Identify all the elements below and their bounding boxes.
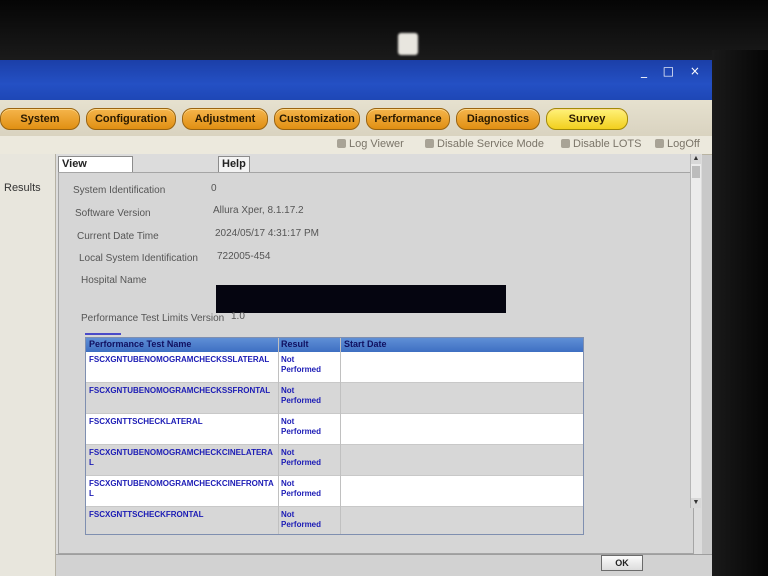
main-tab-row: System Configuration Adjustment Customiz…	[0, 100, 712, 136]
current-date-label: Current Date Time	[77, 231, 159, 242]
monitor-bezel-top	[0, 0, 768, 62]
test-name-cell: FSCXGNTTSCHECKFRONTAL	[89, 510, 204, 519]
result-cell: Not Performed	[281, 479, 322, 498]
logoff-icon	[655, 139, 664, 148]
local-system-id-value: 722005-454	[217, 251, 271, 262]
tab-view-performance-test-results[interactable]: View Performance Test Results	[58, 156, 134, 200]
hospital-name-label: Hospital Name	[81, 275, 147, 286]
scroll-thumb[interactable]	[692, 166, 700, 178]
result-cell: Not Performed	[281, 510, 322, 529]
table-header: Performance Test Name Result Start Date	[86, 338, 583, 352]
window-controls[interactable]: _ □ ×	[641, 64, 706, 78]
header-test-name[interactable]: Performance Test Name	[89, 339, 191, 349]
log-viewer-label: Log Viewer	[349, 138, 404, 150]
monitor-bezel-right	[712, 50, 768, 576]
table-row[interactable]: FSCXGNTTSCHECKFRONTAL Not Performed	[86, 507, 583, 534]
software-version-value: Allura Xper, 8.1.17.2	[213, 205, 304, 216]
vertical-scrollbar[interactable]: ▲ ▼	[690, 154, 701, 508]
performance-test-table: Performance Test Name Result Start Date …	[85, 337, 584, 535]
tab-configuration[interactable]: Configuration	[86, 108, 176, 130]
left-navigation: Results	[0, 154, 56, 576]
disable-service-mode-button[interactable]: Disable Service Mode	[425, 138, 544, 150]
result-cell: Not Performed	[281, 448, 322, 467]
header-result[interactable]: Result	[281, 339, 309, 349]
result-cell: Not Performed	[281, 386, 322, 405]
test-name-cell: FSCXGNTTSCHECKLATERAL	[89, 417, 203, 426]
tab-survey[interactable]: Survey	[546, 108, 628, 130]
limits-link-underline	[85, 333, 121, 335]
redacted-hospital-name	[216, 285, 506, 313]
logoff-label: LogOff	[667, 138, 700, 150]
table-row[interactable]: FSCXGNTUBENOMOGRAMCHECKCINELATERAL Not P…	[86, 445, 583, 476]
table-row[interactable]: FSCXGNTUBENOMOGRAMCHECKSSFRONTAL Not Per…	[86, 383, 583, 414]
table-row[interactable]: FSCXGNTUBENOMOGRAMCHECKCINEFRONTAL Not P…	[86, 476, 583, 507]
column-divider	[278, 338, 279, 534]
test-name-cell: FSCXGNTUBENOMOGRAMCHECKCINELATERAL	[89, 448, 273, 467]
current-date-value: 2024/05/17 4:31:17 PM	[215, 228, 319, 239]
header-start-date[interactable]: Start Date	[344, 339, 387, 349]
system-id-value: 0	[211, 183, 217, 194]
footer-bar: OK	[56, 554, 712, 576]
test-name-cell: FSCXGNTUBENOMOGRAMCHECKCINEFRONTAL	[89, 479, 274, 498]
software-version-label: Software Version	[75, 208, 151, 219]
test-name-cell: FSCXGNTUBENOMOGRAMCHECKSSFRONTAL	[89, 386, 271, 395]
log-viewer-icon	[337, 139, 346, 148]
ok-button[interactable]: OK	[601, 555, 643, 571]
ceiling-light	[398, 33, 418, 55]
tab-diagnostics[interactable]: Diagnostics	[456, 108, 540, 130]
table-row[interactable]: FSCXGNTUBENOMOGRAMCHECKSSLATERAL Not Per…	[86, 352, 583, 383]
limits-version-label: Performance Test Limits Version	[81, 313, 225, 324]
limits-version-value: 1.0	[231, 311, 245, 322]
logoff-button[interactable]: LogOff	[655, 138, 700, 150]
tab-system[interactable]: System	[0, 108, 80, 130]
nav-item-results[interactable]: Results	[4, 182, 41, 194]
result-cell: Not Performed	[281, 417, 322, 436]
tab-performance[interactable]: Performance	[366, 108, 450, 130]
system-id-label: System Identification	[73, 185, 166, 196]
service-mode-icon	[425, 139, 434, 148]
toolbar: Log Viewer Disable Service Mode Disable …	[0, 136, 712, 155]
title-bar: _ □ ×	[0, 60, 712, 100]
tab-adjustment[interactable]: Adjustment	[182, 108, 268, 130]
scroll-up-icon[interactable]: ▲	[691, 154, 701, 164]
tab-help[interactable]: Help	[218, 156, 250, 172]
scroll-down-icon[interactable]: ▼	[691, 498, 701, 508]
results-panel: System Identification 0 Software Version…	[58, 172, 694, 554]
content-area: View Performance Test Results Help Syste…	[56, 154, 702, 554]
local-system-id-label: Local System Identification	[79, 253, 198, 264]
application-window: _ □ × System Configuration Adjustment Cu…	[0, 60, 712, 576]
column-divider	[340, 338, 341, 534]
result-cell: Not Performed	[281, 355, 322, 374]
tab-customization[interactable]: Customization	[274, 108, 360, 130]
log-viewer-button[interactable]: Log Viewer	[337, 138, 404, 150]
disable-lots-label: Disable LOTS	[573, 138, 642, 150]
table-row[interactable]: FSCXGNTTSCHECKLATERAL Not Performed	[86, 414, 583, 445]
disable-service-mode-label: Disable Service Mode	[437, 138, 544, 150]
test-name-cell: FSCXGNTUBENOMOGRAMCHECKSSLATERAL	[89, 355, 270, 364]
disable-lots-button[interactable]: Disable LOTS	[561, 138, 641, 150]
lots-icon	[561, 139, 570, 148]
